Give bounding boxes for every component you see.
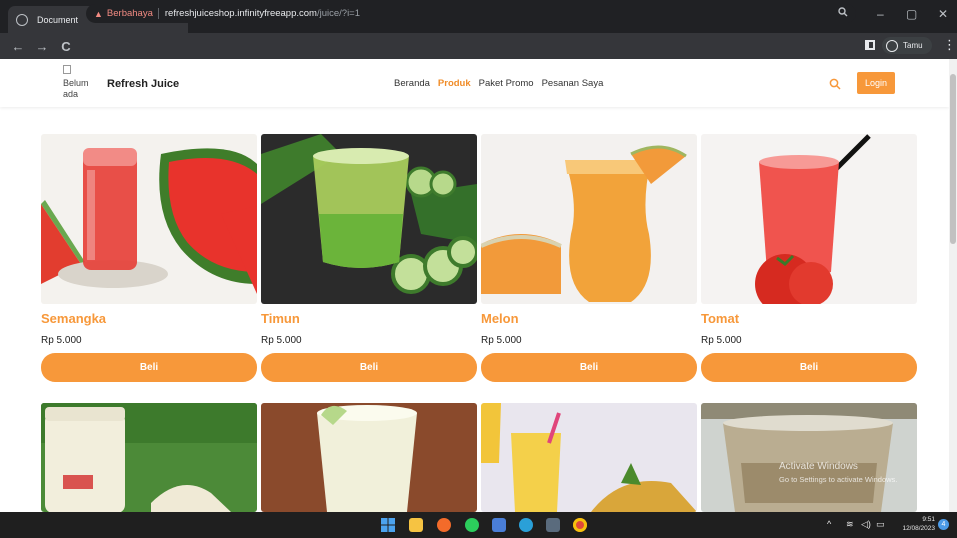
- back-button[interactable]: ←: [6, 39, 30, 54]
- broken-image-icon: [63, 65, 71, 74]
- notification-badge[interactable]: 4: [938, 519, 949, 530]
- page-scrollbar-thumb[interactable]: [950, 74, 956, 244]
- omnibox[interactable]: ▲ Berbahaya refreshjuiceshop.infinityfre…: [86, 4, 856, 23]
- product-image-row2-1: [41, 403, 257, 512]
- logo-alt-text: Belum ada: [63, 78, 89, 99]
- zoom-magnifier-icon[interactable]: [838, 7, 848, 20]
- forward-button[interactable]: →: [30, 39, 54, 54]
- product-price: Rp 5.000: [41, 335, 82, 346]
- product-image-tomat: [701, 134, 917, 304]
- search-icon[interactable]: [829, 77, 841, 90]
- url-host: refreshjuiceshop.infinityfreeapp.com: [164, 8, 317, 19]
- product-name: Tomat: [701, 311, 740, 326]
- product-name: Semangka: [41, 311, 107, 326]
- buy-button-tomat[interactable]: Beli: [701, 353, 917, 382]
- address-bar-row: ← → C: [0, 33, 957, 59]
- clock-date: 12/08/2023: [902, 525, 935, 532]
- minimize-button[interactable]: –: [877, 7, 884, 21]
- globe-icon: [16, 13, 28, 26]
- person-icon: [886, 39, 898, 52]
- brand-name[interactable]: Refresh Juice: [107, 78, 179, 90]
- product-name: Timun: [261, 311, 300, 326]
- battery-icon[interactable]: ▭: [876, 519, 885, 530]
- profile-name: Tamu: [903, 41, 923, 50]
- warning-triangle-icon[interactable]: ▲: [94, 9, 103, 19]
- url-path: /juice/?i=1: [316, 8, 361, 19]
- firefox-icon[interactable]: [437, 518, 451, 532]
- omnibox-divider: [157, 8, 159, 19]
- taskbar-clock[interactable]: 9:51 12/08/2023: [895, 515, 935, 533]
- screen: Document × + ⌄ – ▢ ✕ ← → C ▲ Berbahaya r…: [0, 0, 957, 538]
- nav-item-pesanan-saya[interactable]: Pesanan Saya: [542, 78, 604, 89]
- product-image-semangka: [41, 134, 257, 304]
- store-icon[interactable]: [492, 518, 506, 532]
- main-nav: Beranda Produk Paket Promo Pesanan Saya: [394, 78, 603, 89]
- chrome-icon[interactable]: [573, 518, 587, 532]
- buy-button-timun[interactable]: Beli: [261, 353, 477, 382]
- product-name: Melon: [481, 311, 519, 326]
- product-image-timun: [261, 134, 477, 304]
- product-price: Rp 5.000: [701, 335, 742, 346]
- buy-button-melon[interactable]: Beli: [481, 353, 697, 382]
- clock-time: 9:51: [922, 516, 935, 523]
- volume-icon[interactable]: ◁): [861, 519, 871, 530]
- product-image-melon: [481, 134, 697, 304]
- watermark-title: Activate Windows: [779, 461, 858, 472]
- maximize-button[interactable]: ▢: [906, 7, 917, 21]
- security-warning-label[interactable]: Berbahaya: [107, 8, 153, 19]
- watermark-subtitle: Go to Settings to activate Windows.: [779, 475, 898, 484]
- product-image-row2-2: [261, 403, 477, 512]
- activate-windows-watermark: Activate Windows Go to Settings to activ…: [779, 460, 897, 486]
- tray-chevron-up-icon[interactable]: ^: [827, 519, 831, 529]
- reload-button[interactable]: C: [54, 39, 78, 54]
- login-button[interactable]: Login: [857, 72, 895, 94]
- product-price: Rp 5.000: [261, 335, 302, 346]
- product-image-row2-3: [481, 403, 697, 512]
- wifi-icon[interactable]: ≋: [846, 519, 854, 530]
- logo-broken-image[interactable]: Belum ada: [63, 65, 101, 100]
- whatsapp-icon[interactable]: [465, 518, 479, 532]
- nav-item-beranda[interactable]: Beranda: [394, 78, 430, 89]
- site-header: Belum ada Refresh Juice Beranda Produk P…: [0, 59, 949, 107]
- windows-start-icon[interactable]: [381, 518, 395, 532]
- app-icon[interactable]: [546, 518, 560, 532]
- profile-button[interactable]: Tamu: [882, 37, 932, 54]
- close-window-button[interactable]: ✕: [938, 7, 948, 21]
- nav-item-produk[interactable]: Produk: [438, 78, 471, 89]
- file-explorer-icon[interactable]: [409, 518, 423, 532]
- nav-item-paket-promo[interactable]: Paket Promo: [479, 78, 534, 89]
- edge-icon[interactable]: [519, 518, 533, 532]
- product-price: Rp 5.000: [481, 335, 522, 346]
- browser-menu-icon[interactable]: ⋮: [943, 37, 956, 53]
- product-image-row2-4: [701, 403, 917, 512]
- buy-button-semangka[interactable]: Beli: [41, 353, 257, 382]
- side-panel-icon[interactable]: [865, 40, 875, 50]
